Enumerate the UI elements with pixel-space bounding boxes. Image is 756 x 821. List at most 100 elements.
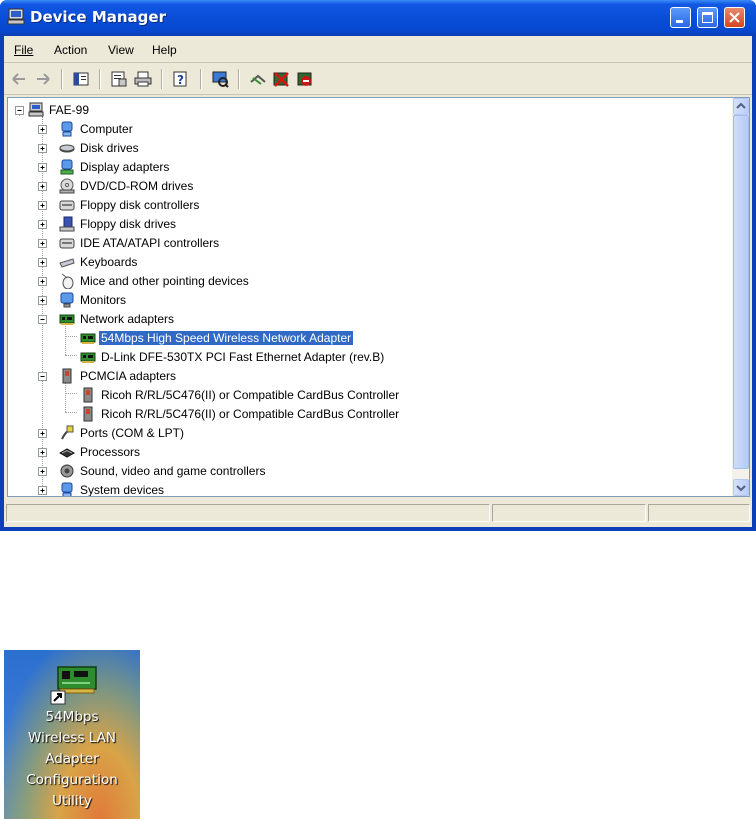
menu-bar: File Action View Help [4,36,752,63]
window-client-area: File Action View Help ? FAE-99 Computer … [4,36,752,527]
floppy-drive-icon [59,216,75,232]
tree-item-computer[interactable]: Computer [8,120,728,138]
desktop-shortcut[interactable]: 54Mbps Wireless LAN Adapter Configuratio… [4,650,140,819]
vertical-scrollbar[interactable] [732,98,749,496]
expand-toggle[interactable] [38,163,47,172]
tree-item-display-adapters[interactable]: Display adapters [8,158,728,176]
expand-toggle[interactable] [38,467,47,476]
network-card-icon [50,666,97,705]
tree-item-dvd-drives[interactable]: DVD/CD-ROM drives [8,177,728,195]
close-icon [729,12,740,23]
tree-item-ide-controllers[interactable]: IDE ATA/ATAPI controllers [8,234,728,252]
expand-toggle[interactable] [38,448,47,457]
help-icon[interactable]: ? [172,70,190,88]
menu-file[interactable]: File [14,43,33,57]
tree-item-label: Processors [80,445,141,459]
expand-toggle[interactable] [38,429,47,438]
tree-item-cardbus-controller[interactable]: Ricoh R/RL/5C476(II) or Compatible CardB… [8,386,728,404]
tree-item-label: Floppy disk drives [80,217,177,231]
collapse-toggle[interactable] [38,372,47,381]
title-bar[interactable]: Device Manager [0,0,756,36]
tree-item-floppy-drives[interactable]: Floppy disk drives [8,215,728,233]
tree-item-label: Ricoh R/RL/5C476(II) or Compatible CardB… [101,407,400,421]
speaker-icon [60,464,74,478]
tree-item-monitors[interactable]: Monitors [8,291,728,309]
tree-item-disk-drives[interactable]: Disk drives [8,139,728,157]
minimize-icon [676,20,683,23]
scroll-up-button[interactable] [733,98,749,115]
toolbar-separator [61,69,63,89]
expand-toggle[interactable] [38,486,47,495]
expand-toggle[interactable] [38,182,47,191]
status-pane [648,504,750,522]
update-driver-icon[interactable] [249,70,267,88]
expand-toggle[interactable] [38,220,47,229]
network-card-icon [59,314,75,325]
device-tree[interactable]: FAE-99 Computer Disk drives Display adap… [7,97,750,497]
uninstall-icon[interactable] [272,70,290,88]
expand-toggle[interactable] [38,258,47,267]
plus-icon [40,279,45,284]
plus-icon [40,260,45,265]
tree-item-ports[interactable]: Ports (COM & LPT) [8,424,728,442]
status-pane [6,504,490,522]
tree-item-floppy-controllers[interactable]: Floppy disk controllers [8,196,728,214]
expand-toggle[interactable] [38,144,47,153]
expand-toggle[interactable] [38,125,47,134]
mouse-icon [61,273,74,289]
controller-icon [59,200,75,211]
tree-item-sound-controllers[interactable]: Sound, video and game controllers [8,462,728,480]
scroll-thumb[interactable] [733,115,749,469]
chevron-up-icon [736,102,746,109]
tree-item-network-adapters[interactable]: Network adapters [8,310,728,328]
tree-item-keyboards[interactable]: Keyboards [8,253,728,271]
tree-item-processors[interactable]: Processors [8,443,728,461]
properties-icon[interactable] [110,70,128,88]
pcmcia-card-icon [83,406,93,422]
menu-help-label: Help [152,43,177,57]
network-card-icon [80,333,96,344]
minimize-button[interactable] [670,7,691,28]
menu-action[interactable]: Action [54,43,87,57]
show-hide-tree-icon[interactable] [72,70,90,88]
scroll-down-button[interactable] [733,479,749,496]
tree-item-system-devices[interactable]: System devices [8,481,728,496]
tree-item-mice[interactable]: Mice and other pointing devices [8,272,728,290]
tree-item-label: Floppy disk controllers [80,198,200,212]
print-icon[interactable] [134,70,152,88]
chevron-down-icon [736,485,746,492]
toolbar-separator [161,69,163,89]
menu-view[interactable]: View [108,43,134,57]
status-bar [4,501,752,525]
maximize-icon [702,12,713,23]
plus-icon [40,488,45,493]
tree-root-label: FAE-99 [49,103,90,117]
shortcut-label-line: 54Mbps [45,709,99,725]
disable-icon[interactable] [296,70,314,88]
expand-toggle[interactable] [38,296,47,305]
tree-item-ethernet-adapter[interactable]: D-Link DFE-530TX PCI Fast Ethernet Adapt… [8,348,728,366]
minus-icon [17,110,22,111]
collapse-toggle[interactable] [15,106,24,115]
plus-icon [40,127,45,132]
monitor-icon [60,292,74,308]
tree-item-label: IDE ATA/ATAPI controllers [80,236,220,250]
back-arrow-icon[interactable] [10,70,28,88]
toolbar-separator [99,69,101,89]
expand-toggle[interactable] [38,239,47,248]
collapse-toggle[interactable] [38,315,47,324]
tree-item-pcmcia-adapters[interactable]: PCMCIA adapters [8,367,728,385]
expand-toggle[interactable] [38,277,47,286]
menu-help[interactable]: Help [152,43,177,57]
expand-toggle[interactable] [38,201,47,210]
tree-root[interactable]: FAE-99 [8,101,728,119]
close-button[interactable] [724,7,745,28]
scan-hardware-icon[interactable] [211,70,229,88]
svg-text:?: ? [177,73,184,87]
forward-arrow-icon[interactable] [34,70,52,88]
plus-icon [40,241,45,246]
tree-item-cardbus-controller[interactable]: Ricoh R/RL/5C476(II) or Compatible CardB… [8,405,728,423]
shortcut-label-line: Utility [52,793,92,809]
tree-item-wireless-adapter[interactable]: 54Mbps High Speed Wireless Network Adapt… [8,329,728,347]
maximize-button[interactable] [697,7,718,28]
